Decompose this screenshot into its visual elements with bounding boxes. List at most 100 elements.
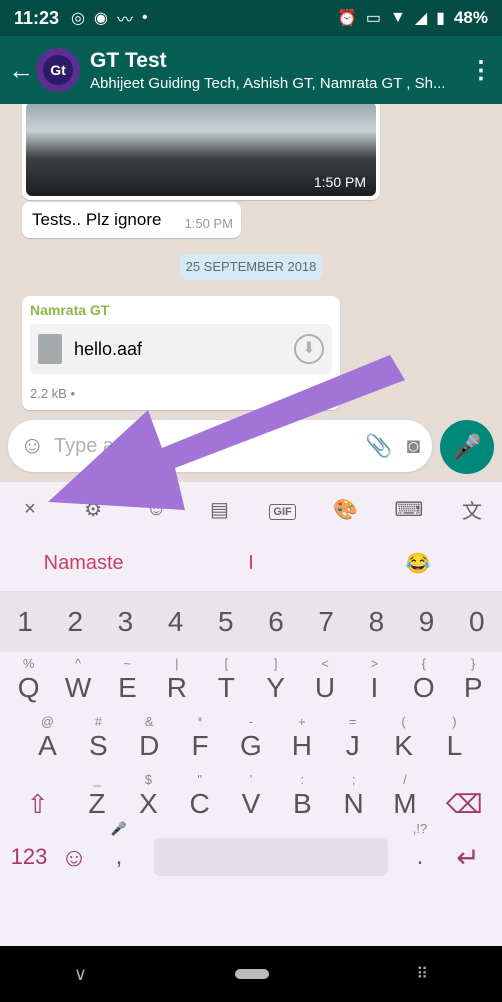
suggestion-strip: Namaste I 😂	[0, 536, 502, 592]
file-card[interactable]: hello.aaf ⬇	[30, 324, 332, 374]
key-k[interactable]: (K	[382, 710, 426, 768]
key-a[interactable]: @ A	[25, 710, 69, 768]
key-6[interactable]: 6	[268, 606, 284, 638]
key-letter: R	[166, 672, 187, 703]
nav-keyboard-icon[interactable]: ⠿	[416, 964, 428, 984]
key-letter: F	[191, 730, 209, 761]
key-v[interactable]: ' V	[229, 768, 273, 826]
key-5[interactable]: 5	[218, 606, 234, 638]
key-hint: )	[452, 714, 457, 729]
symbols-key[interactable]: 123	[6, 844, 52, 870]
shift-key[interactable]: ⇧	[8, 768, 68, 826]
key-9[interactable]: 9	[419, 606, 435, 638]
delete-key[interactable]: ⌫	[434, 768, 494, 826]
key-r[interactable]: | R	[155, 652, 199, 710]
key-q[interactable]: % Q	[7, 652, 51, 710]
instagram-icon: ◎	[71, 10, 86, 27]
key-hint: #	[94, 714, 102, 729]
key-hint: <	[321, 656, 329, 671]
camera-icon[interactable]: ◙	[407, 433, 420, 459]
clipboard-icon[interactable]: ▤	[199, 497, 239, 522]
period-hint: ,!?	[412, 821, 428, 836]
key-letter: X	[138, 788, 158, 819]
key-letter: A	[38, 730, 57, 761]
back-arrow-icon[interactable]: ←	[8, 55, 36, 86]
key-letter: S	[88, 730, 108, 761]
suggestion-3[interactable]: 😂	[335, 551, 502, 576]
settings-icon[interactable]: ⚙	[73, 497, 113, 522]
period-label: .	[416, 843, 424, 870]
emoji-key-icon[interactable]: ☺	[52, 842, 96, 873]
title-area[interactable]: GT Test Abhijeet Guiding Tech, Ashish GT…	[90, 49, 468, 92]
emoji-keyboard-icon[interactable]: ☺	[136, 498, 176, 521]
file-message[interactable]: Namrata GT hello.aaf ⬇ 2.2 kB • 3:	[22, 296, 340, 410]
key-m[interactable]: / M	[383, 768, 427, 826]
key-letter: N	[343, 788, 364, 819]
key-l[interactable]: ) L	[432, 710, 476, 768]
status-right: ⏰ ▭ ▼ ◢ ▮ 48%	[337, 8, 488, 28]
dot-icon: •	[142, 9, 148, 26]
key-7[interactable]: 7	[318, 606, 334, 638]
key-t[interactable]: [T	[204, 652, 248, 710]
key-j[interactable]: = J	[331, 710, 375, 768]
key-2[interactable]: 2	[67, 606, 83, 638]
emoji-icon[interactable]: ☺	[20, 432, 54, 460]
key-i[interactable]: > I	[352, 652, 396, 710]
text-message[interactable]: Tests.. Plz ignore 1:50 PM	[22, 202, 241, 238]
key-x[interactable]: $ X	[126, 768, 170, 826]
key-8[interactable]: 8	[369, 606, 385, 638]
more-options-icon[interactable]: ⋮	[468, 56, 494, 85]
key-hint: "	[197, 772, 202, 787]
key-1[interactable]: 1	[17, 606, 33, 638]
translate-icon[interactable]: 文	[452, 495, 492, 524]
theme-palette-icon[interactable]: 🎨	[326, 497, 366, 522]
one-handed-keyboard-icon[interactable]: ⌨	[389, 497, 429, 522]
image-message[interactable]: 1:50 PM	[22, 104, 380, 200]
space-bar[interactable]	[154, 838, 388, 876]
period-key[interactable]: ,!?.	[400, 821, 440, 871]
key-letter: L	[446, 730, 463, 761]
mic-button[interactable]: 🎤	[440, 420, 494, 474]
key-c[interactable]: " C	[178, 768, 222, 826]
key-hint: *	[197, 714, 203, 729]
key-g[interactable]: -G	[229, 710, 273, 768]
key-b[interactable]: :B	[280, 768, 324, 826]
key-h[interactable]: + H	[280, 710, 324, 768]
suggestion-2[interactable]: I	[167, 552, 334, 575]
suggestion-1[interactable]: Namaste	[0, 552, 167, 575]
attach-icon[interactable]: 📎	[365, 433, 392, 459]
close-icon[interactable]: ×	[10, 498, 50, 521]
chat-area: 1:50 PM Tests.. Plz ignore 1:50 PM 25 SE…	[0, 104, 502, 420]
message-input[interactable]	[54, 434, 352, 458]
key-u[interactable]: < U	[303, 652, 347, 710]
key-s[interactable]: # S	[76, 710, 120, 768]
key-d[interactable]: & D	[127, 710, 171, 768]
key-z[interactable]: _ Z	[75, 768, 119, 826]
key-letter: M	[393, 788, 417, 819]
image-time: 1:50 PM	[313, 174, 366, 190]
key-w[interactable]: ^ W	[56, 652, 100, 710]
key-hint: -	[248, 714, 254, 729]
alarm-icon: ⏰	[336, 10, 357, 27]
key-o[interactable]: {O	[402, 652, 446, 710]
gif-icon[interactable]: GIF	[263, 498, 303, 521]
key-letter: Z	[88, 788, 106, 819]
nav-home-pill[interactable]	[234, 969, 269, 979]
key-n[interactable]: ; N	[332, 768, 376, 826]
key-0[interactable]: 0	[469, 606, 485, 638]
key-letter: T	[217, 672, 235, 703]
key-p[interactable]: } P	[451, 652, 495, 710]
download-icon[interactable]: ⬇	[294, 334, 324, 364]
enter-key-icon[interactable]: ↵	[440, 841, 496, 874]
file-meta: 2.2 kB • 3:	[30, 386, 332, 401]
key-f[interactable]: * F	[178, 710, 222, 768]
key-y[interactable]: ] Y	[254, 652, 298, 710]
group-avatar[interactable]: Gt	[36, 48, 80, 92]
nav-down-chevron-icon[interactable]: ∨	[74, 964, 87, 985]
key-e[interactable]: ~ E	[105, 652, 149, 710]
key-3[interactable]: 3	[118, 606, 134, 638]
key-letter: O	[412, 672, 435, 703]
comma-key[interactable]: 🎤,	[96, 821, 142, 871]
key-4[interactable]: 4	[168, 606, 184, 638]
key-row-3: ⇧ _ Z $ X " C ' V :B ; N / M ⌫	[0, 768, 502, 826]
